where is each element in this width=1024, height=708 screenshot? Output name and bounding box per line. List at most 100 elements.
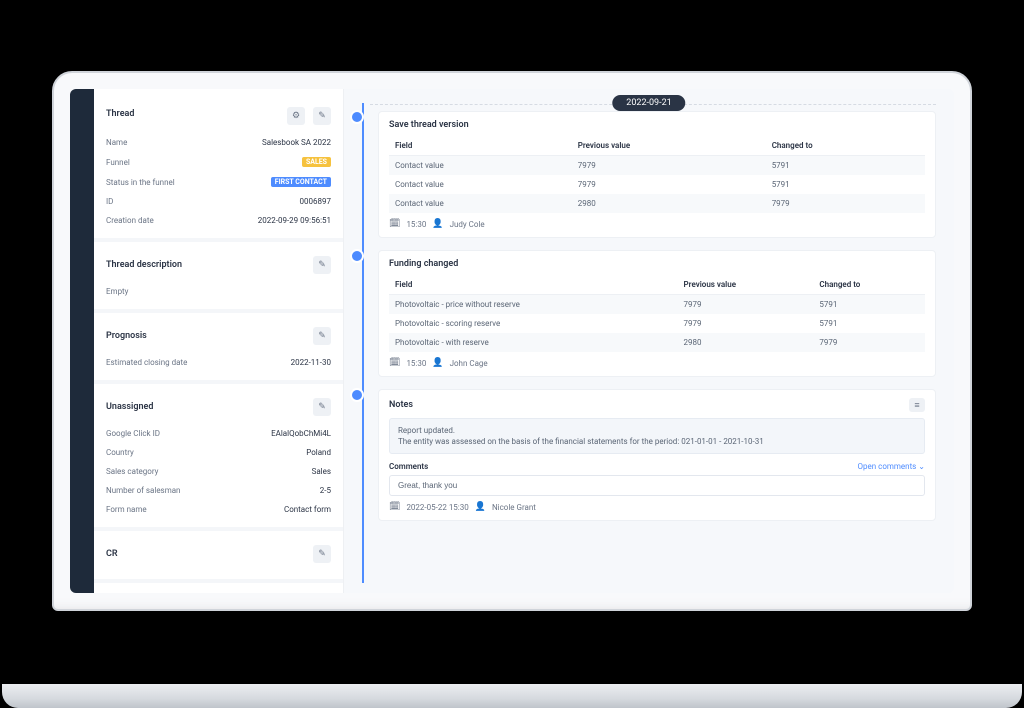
event-time: 15:30: [406, 220, 426, 229]
details-sidebar: Thread ⚙ ✎ NameSalesbook SA 2022 Funnel SA…: [94, 89, 344, 593]
table-cell: 7979: [572, 175, 766, 194]
table-cell: 5791: [766, 156, 925, 176]
field-row: Country Poland: [106, 443, 331, 462]
thread-card: Thread ⚙ ✎ NameSalesbook SA 2022 Funnel SA…: [94, 89, 343, 242]
table-cell: 2980: [678, 333, 814, 352]
field-value: Sales: [312, 467, 331, 476]
event-user: Judy Cole: [450, 220, 485, 229]
laptop-frame: Thread ⚙ ✎ NameSalesbook SA 2022 Funnel SA…: [52, 71, 972, 611]
calendar-icon: 🗓: [389, 219, 400, 229]
note-line: The entity was assessed on the basis of …: [398, 436, 916, 447]
table-cell: 5791: [813, 295, 925, 315]
event-funding-changed: Funding changed FieldPrevious valueChang…: [378, 250, 936, 377]
field-label: Country: [106, 448, 134, 457]
table-row: Contact value79795791: [389, 175, 925, 194]
changes-table: FieldPrevious valueChanged toPhotovoltai…: [389, 275, 925, 352]
pencil-icon[interactable]: ✎: [313, 107, 331, 125]
calendar-icon: 🗓: [389, 502, 400, 512]
column-header: Previous value: [572, 136, 766, 156]
laptop-base: [2, 684, 1022, 708]
user-icon: 👤: [432, 358, 443, 368]
field-row: NameSalesbook SA 2022: [106, 133, 331, 152]
field-value: EAlalQobChMi4L: [271, 429, 331, 438]
open-comments-link[interactable]: Open comments ⌄: [857, 462, 925, 471]
event-user: John Cage: [450, 359, 488, 368]
column-header: Changed to: [766, 136, 925, 156]
pencil-icon[interactable]: ✎: [313, 398, 331, 416]
table-row: Contact value29807979: [389, 194, 925, 213]
event-title: Funding changed: [389, 259, 925, 269]
field-value: Salesbook SA 2022: [262, 138, 331, 147]
pencil-icon[interactable]: ✎: [313, 256, 331, 274]
prognosis-card: Prognosis ✎ Estimated closing date 2022-…: [94, 313, 343, 384]
table-cell: 7979: [813, 333, 925, 352]
prognosis-value: 2022-11-30: [291, 358, 331, 367]
note-body: Report updated. The entity was assessed …: [389, 418, 925, 454]
user-icon: 👤: [475, 502, 486, 512]
cr-title: CR: [106, 549, 118, 559]
field-label: Funnel: [106, 158, 130, 167]
description-empty: Empty: [106, 287, 128, 296]
event-user: Nicole Grant: [492, 503, 536, 512]
pencil-icon[interactable]: ✎: [313, 545, 331, 563]
thread-card-title: Thread: [106, 109, 134, 119]
field-value: Poland: [306, 448, 331, 457]
timeline-panel: 2022-09-21 Save thread version FieldPrev…: [344, 89, 954, 593]
field-value: Contact form: [284, 505, 331, 514]
event-title: Save thread version: [389, 120, 925, 130]
user-icon: 👤: [432, 219, 443, 229]
changes-table: FieldPrevious valueChanged to Contact val…: [389, 136, 925, 213]
table-cell: Contact value: [389, 194, 572, 213]
pencil-icon[interactable]: ✎: [313, 327, 331, 345]
table-cell: Photovoltaic - with reserve: [389, 333, 678, 352]
table-cell: 7979: [766, 194, 925, 213]
table-cell: 7979: [678, 295, 814, 315]
note-line: Report updated.: [398, 425, 916, 436]
timeline-date-pill: 2022-09-21: [612, 95, 685, 111]
field-label: Status in the funnel: [106, 178, 175, 187]
event-title: Notes: [389, 400, 413, 410]
field-row: ID0006897: [106, 192, 331, 211]
table-cell: 5791: [766, 175, 925, 194]
status-badge: FIRST CONTACT: [271, 177, 331, 187]
event-time: 15:30: [406, 359, 426, 368]
unassigned-card: Unassigned ✎ Google Click IDEAlalQobChMi…: [94, 384, 343, 531]
table-cell: 2980: [572, 194, 766, 213]
field-label: Google Click ID: [106, 429, 160, 438]
table-row: Photovoltaic - scoring reserve79795791: [389, 314, 925, 333]
status-badge: SALES: [302, 157, 331, 167]
field-label: Sales category: [106, 467, 158, 476]
column-header: Field: [389, 136, 572, 156]
table-cell: Photovoltaic - scoring reserve: [389, 314, 678, 333]
app-screen: Thread ⚙ ✎ NameSalesbook SA 2022 Funnel SA…: [70, 89, 954, 593]
description-title: Thread description: [106, 260, 182, 270]
comments-title: Comments: [389, 462, 428, 471]
event-time: 2022-05-22 15:30: [406, 503, 468, 512]
table-cell: Photovoltaic - price without reserve: [389, 295, 678, 315]
prognosis-label: Estimated closing date: [106, 358, 187, 367]
field-label: Creation date: [106, 216, 154, 225]
nav-rail: [70, 89, 94, 593]
menu-icon[interactable]: ≡: [909, 398, 925, 412]
field-label: Form name: [106, 505, 147, 514]
field-row: Sales category Sales: [106, 462, 331, 481]
gear-icon[interactable]: ⚙: [287, 107, 305, 125]
table-cell: 5791: [813, 314, 925, 333]
thread-description-card: Thread description ✎ Empty: [94, 242, 343, 313]
table-cell: 7979: [678, 314, 814, 333]
comment-input[interactable]: [389, 475, 925, 496]
timeline-line: [362, 103, 364, 583]
table-cell: Contact value: [389, 156, 572, 176]
column-header: Previous value: [678, 275, 814, 295]
column-header: Changed to: [813, 275, 925, 295]
field-value: 2022-09-29 09:56:51: [258, 216, 331, 225]
table-cell: Contact value: [389, 175, 572, 194]
table-cell: 7979: [572, 156, 766, 176]
field-label: ID: [106, 197, 113, 206]
event-notes: Notes ≡ Report updated. The entity was a…: [378, 389, 936, 521]
field-row: Form name Contact form: [106, 500, 331, 519]
table-row: Photovoltaic - price without reserve7979…: [389, 295, 925, 315]
prognosis-title: Prognosis: [106, 331, 147, 341]
cr-card: CR ✎: [94, 531, 343, 583]
column-header: Field: [389, 275, 678, 295]
